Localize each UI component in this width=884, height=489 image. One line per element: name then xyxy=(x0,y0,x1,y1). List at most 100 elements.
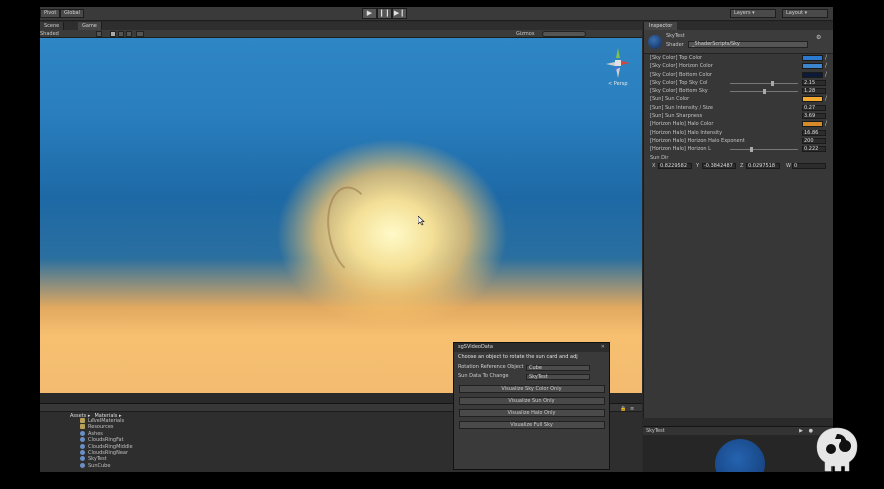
property-slider[interactable] xyxy=(730,80,798,86)
tab-inspector[interactable]: Inspector xyxy=(644,22,678,30)
rotation-reference-field[interactable]: Cube xyxy=(526,365,590,371)
scene-search-input[interactable] xyxy=(542,31,586,37)
layers-label: Layers xyxy=(734,10,751,16)
play-controls: ▶ ❙❙ ▶❙ xyxy=(362,8,407,19)
visualize-button[interactable]: Visualize Sky Color Only xyxy=(458,385,605,393)
sun-handle-arc[interactable] xyxy=(320,182,386,280)
material-property-row: [Sun] Sun Color / xyxy=(644,95,833,103)
color-swatch[interactable] xyxy=(802,63,823,70)
project-menu-icon[interactable]: ≡ xyxy=(630,406,634,412)
sun-dir-y-field[interactable]: -0.3842487 xyxy=(702,162,736,169)
project-lock-icon[interactable]: 🔒 xyxy=(620,406,626,412)
material-property-row: [Horizon Halo] Halo Color / xyxy=(644,120,833,128)
preview-play-icon[interactable]: ▶ xyxy=(799,428,803,434)
property-value-field[interactable]: 200 xyxy=(802,137,826,144)
effects-toggle[interactable] xyxy=(126,31,132,37)
eyedropper-icon[interactable]: / xyxy=(825,55,827,61)
slider-thumb[interactable] xyxy=(763,89,766,95)
color-swatch[interactable] xyxy=(802,96,823,103)
sun-dir-z-field[interactable]: 0.0297518 xyxy=(746,162,780,169)
property-value-field[interactable]: 0.222 xyxy=(802,146,826,153)
property-label: [Sky Color] Top Color xyxy=(650,55,703,61)
property-value-field[interactable]: 2.15 xyxy=(802,79,826,86)
property-slider[interactable] xyxy=(730,89,798,95)
material-property-row: [Horizon Halo] Horizon Halo Exponent 200 xyxy=(644,137,833,145)
property-label: [Sky Color] Top Sky Col xyxy=(650,79,708,86)
property-label: [Horizon Halo] Horizon Halo Exponent xyxy=(650,137,745,144)
color-swatch[interactable] xyxy=(802,71,823,78)
eyedropper-icon[interactable]: / xyxy=(825,71,827,78)
asset-name: CloudsRingFat xyxy=(88,437,124,444)
persp-label[interactable]: < Persp xyxy=(608,81,628,87)
sun-data-row: Sun Data To Change SkyTest xyxy=(454,372,609,381)
property-label: [Sky Color] Horizon Color xyxy=(650,63,713,70)
layers-dropdown[interactable]: Layers ▾ xyxy=(730,9,776,18)
skull-logo-icon xyxy=(816,427,858,472)
material-icon xyxy=(80,462,85,468)
visualize-button[interactable]: Visualize Full Sky xyxy=(458,421,605,429)
layout-dropdown[interactable]: Layout ▾ xyxy=(782,9,828,18)
window-description: Choose an object to rotate the sun card … xyxy=(458,354,578,360)
tab-game[interactable]: Game xyxy=(78,22,102,30)
visualize-buttons: Visualize Sky Color Only Visualize Sun On… xyxy=(454,385,609,429)
scene-fx-dropdown[interactable] xyxy=(136,31,144,37)
settings-gear-icon[interactable]: ⚙ xyxy=(816,34,821,41)
asset-item[interactable]: SunCube xyxy=(80,462,133,469)
sun-video-data-window: sgSVideoData ✕ Choose an object to rotat… xyxy=(453,342,610,470)
preview-sphere[interactable] xyxy=(715,439,765,472)
material-property-row: [Sun] Sun Intensity / Size 0.27 xyxy=(644,104,833,112)
property-label: [Horizon Halo] Halo Color xyxy=(650,121,714,128)
material-property-row: [Sky Color] Bottom Color / xyxy=(644,71,833,79)
visualize-button[interactable]: Visualize Halo Only xyxy=(458,409,605,417)
property-slider[interactable] xyxy=(730,147,798,153)
material-name: SkyTest xyxy=(666,33,685,39)
eyedropper-icon[interactable]: / xyxy=(825,96,827,102)
property-value-field[interactable]: 16.86 xyxy=(802,129,826,136)
visualize-button[interactable]: Visualize Sun Only xyxy=(458,397,605,405)
rotation-reference-label: Rotation Reference Object xyxy=(458,364,524,370)
material-icon xyxy=(80,456,85,462)
window-close-icon[interactable]: ✕ xyxy=(601,344,605,350)
global-toggle[interactable]: Global xyxy=(60,9,84,18)
material-icon xyxy=(80,430,85,436)
pause-button[interactable]: ❙❙ xyxy=(377,8,392,19)
sun-dir-x-field[interactable]: 0.8229582 xyxy=(658,162,692,169)
inspector-tab-bar: Inspector xyxy=(644,22,833,30)
color-swatch[interactable] xyxy=(802,121,823,128)
pivot-toggle[interactable]: Pivot xyxy=(40,9,61,18)
shader-label: Shader xyxy=(666,42,684,48)
lighting-toggle[interactable] xyxy=(110,31,116,37)
property-value-field[interactable]: 1.28 xyxy=(802,88,826,95)
property-label: [Horizon Halo] Horizon L xyxy=(650,146,711,153)
shading-mode-dropdown[interactable]: Shaded xyxy=(40,30,59,38)
property-label: [Sun] Sun Sharpness xyxy=(650,113,703,120)
eyedropper-icon[interactable]: / xyxy=(825,121,827,127)
sun-dir-y-label: Y xyxy=(696,162,700,169)
tab-scene[interactable]: Scene xyxy=(40,22,65,30)
eyedropper-icon[interactable]: / xyxy=(825,63,827,69)
sun-data-field[interactable]: SkyTest xyxy=(526,374,590,380)
color-swatch[interactable] xyxy=(802,55,823,61)
material-sphere-icon xyxy=(648,35,662,49)
slider-thumb[interactable] xyxy=(770,80,774,86)
window-title: sgSVideoData xyxy=(454,343,609,352)
property-value-field[interactable]: 3.69 xyxy=(802,113,826,120)
game-viewport[interactable]: < Persp xyxy=(40,38,642,393)
material-property-row: [Sky Color] Horizon Color / xyxy=(644,62,833,70)
material-property-row: [Sky Color] Top Color / xyxy=(644,54,833,62)
audio-toggle[interactable] xyxy=(118,31,124,37)
shader-dropdown[interactable]: _ShaderScripts/Sky xyxy=(688,41,808,48)
material-property-row: [Sun] Sun Sharpness 3.69 xyxy=(644,112,833,120)
sun-dir-label: Sun Dir xyxy=(650,154,669,161)
property-value-field[interactable]: 0.27 xyxy=(802,104,826,111)
folder-icon xyxy=(80,424,85,430)
2d-toggle[interactable] xyxy=(96,31,102,37)
main-toolbar: Pivot Global ▶ ❙❙ ▶❙ Layers ▾ Layout ▾ xyxy=(40,7,833,21)
sun-dir-w-field[interactable]: 0 xyxy=(792,162,826,169)
gizmos-dropdown[interactable]: Gizmos xyxy=(516,30,534,38)
step-button[interactable]: ▶❙ xyxy=(392,8,407,19)
slider-thumb[interactable] xyxy=(749,147,753,153)
play-button[interactable]: ▶ xyxy=(362,8,377,19)
preview-sphere-toggle-icon[interactable]: ● xyxy=(809,428,813,434)
sun-dir-x-label: X xyxy=(652,162,656,169)
